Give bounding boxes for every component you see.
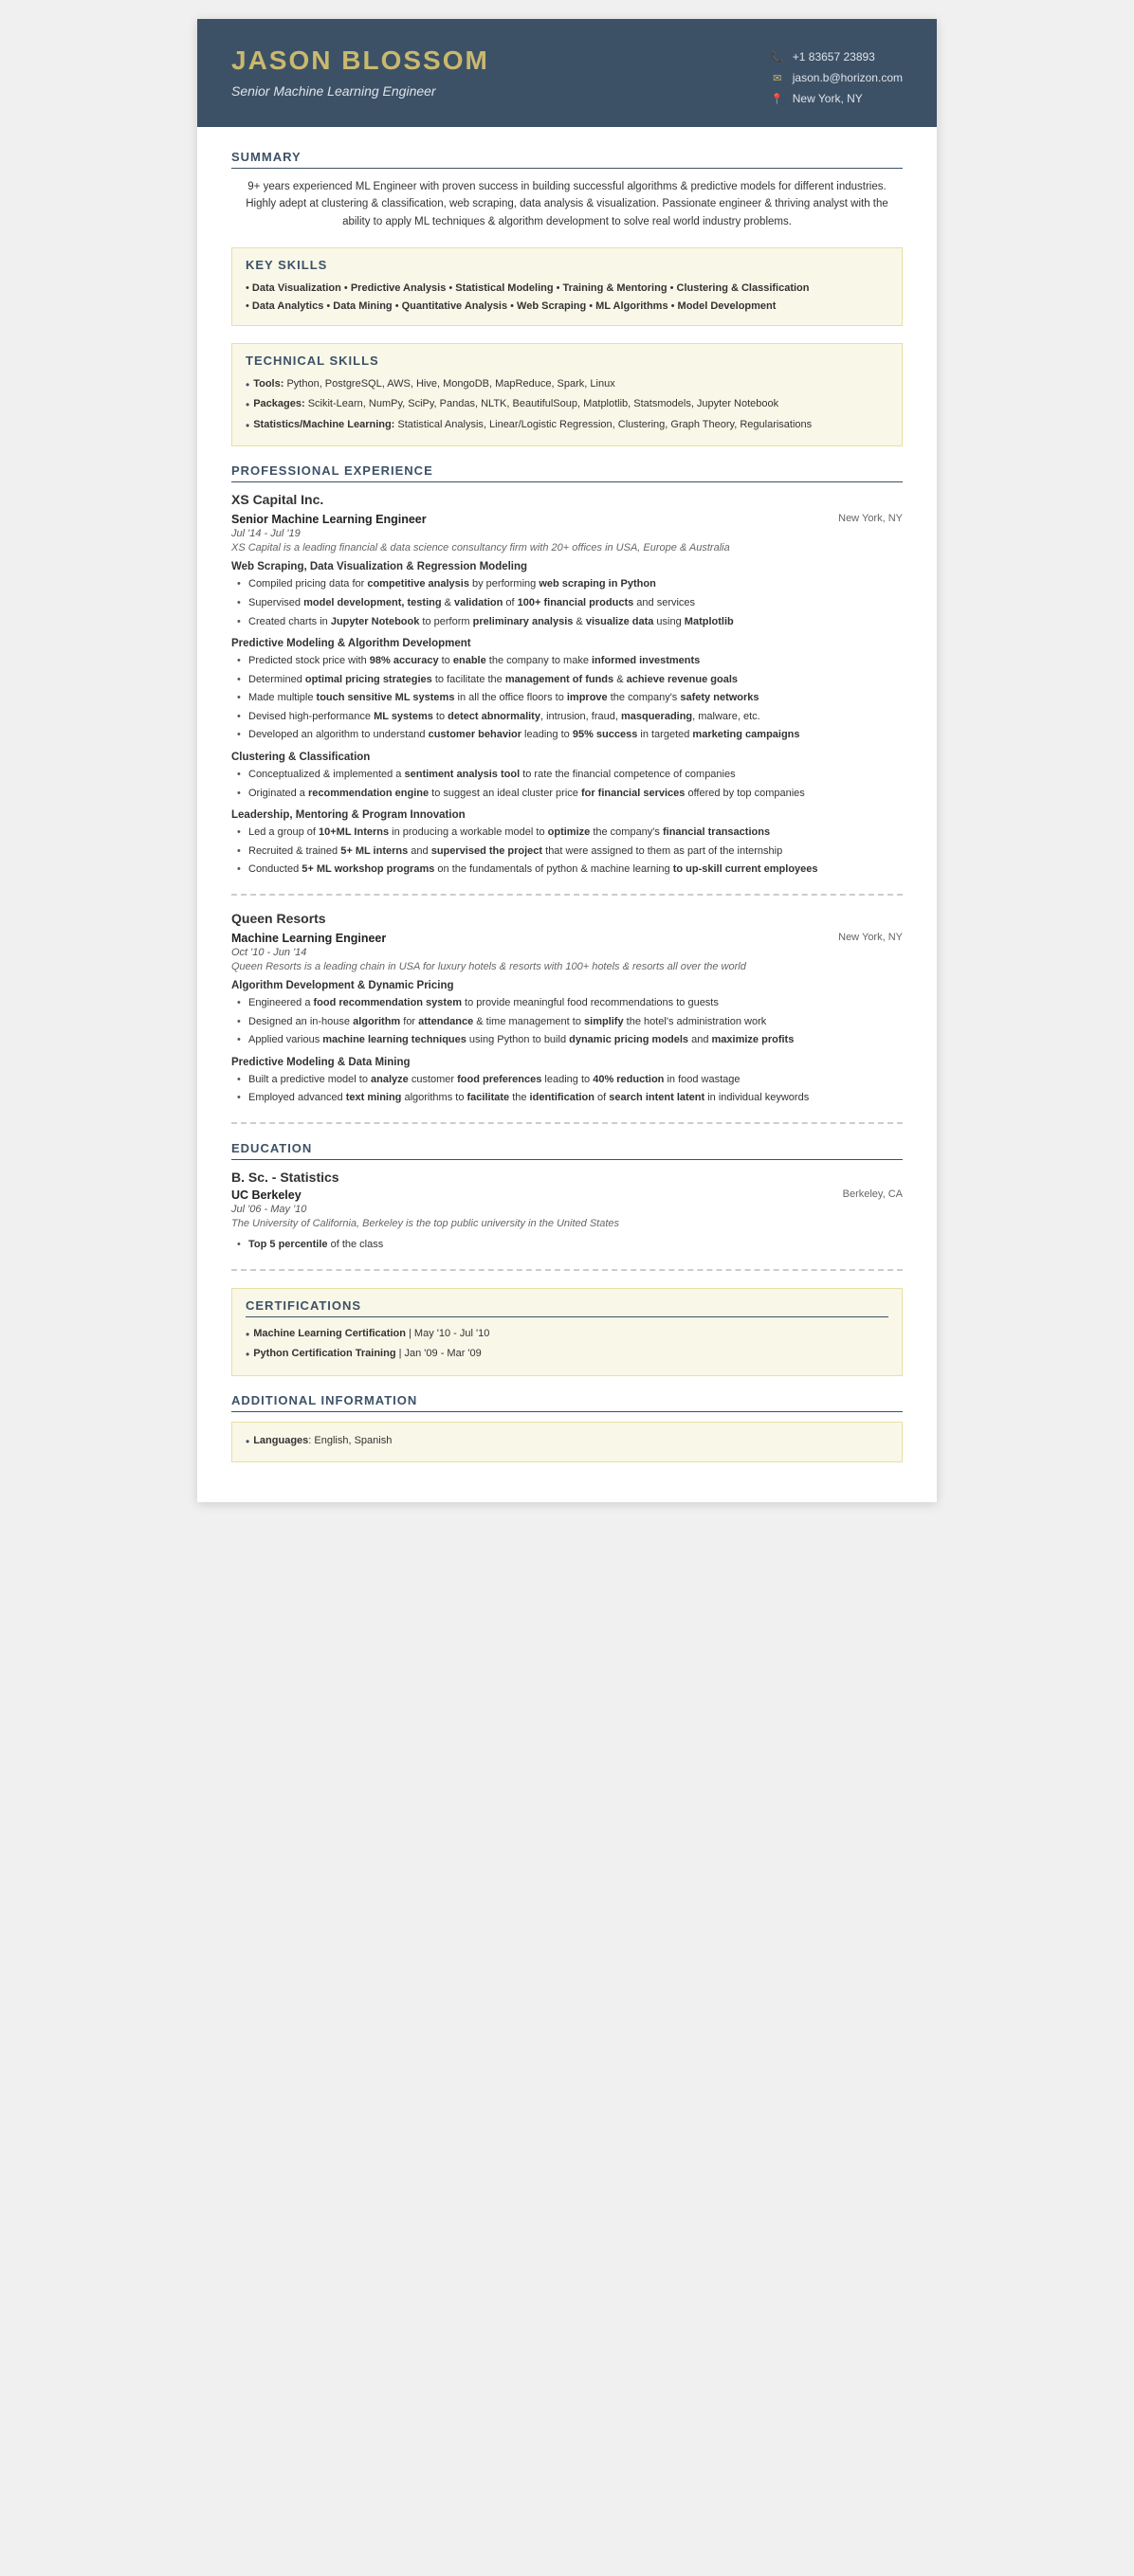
edu-location: Berkeley, CA [843, 1188, 903, 1200]
additional-section: ADDITIONAL INFORMATION Languages: Englis… [231, 1393, 903, 1463]
edu-degree: B. Sc. - Statistics [231, 1170, 903, 1185]
phone-number: +1 83657 23893 [793, 50, 875, 63]
bullet-item: Made multiple touch sensitive ML systems… [235, 690, 903, 707]
bullets-leadership: Led a group of 10+ML Interns in producin… [231, 825, 903, 879]
education-title: EDUCATION [231, 1141, 903, 1160]
summary-text: 9+ years experienced ML Engineer with pr… [231, 178, 903, 230]
bullet-item: Engineered a food recommendation system … [235, 995, 903, 1012]
bullet-item: Determined optimal pricing strategies to… [235, 672, 903, 689]
job-dates-queen: Oct '10 - Jun '14 [231, 947, 903, 958]
candidate-name: JASON BLOSSOM [231, 45, 489, 76]
company-queen-resorts: Queen Resorts [231, 911, 903, 926]
tech-tools: Tools: Python, PostgreSQL, AWS, Hive, Mo… [246, 375, 888, 396]
tech-skills-title: TECHNICAL SKILLS [246, 354, 888, 368]
cert-python: Python Certification Training | Jan '09 … [246, 1345, 888, 1366]
job-title-queen: Machine Learning Engineer [231, 932, 386, 945]
skills-line-1: • Data Visualization • Predictive Analys… [246, 280, 888, 298]
certifications-section: CERTIFICATIONS Machine Learning Certific… [231, 1288, 903, 1376]
header-left: JASON BLOSSOM Senior Machine Learning En… [231, 45, 489, 99]
bullet-item: Conceptualized & implemented a sentiment… [235, 767, 903, 784]
bullet-item: Devised high-performance ML systems to d… [235, 709, 903, 726]
divider-3 [231, 1269, 903, 1271]
bullet-item: Employed advanced text mining algorithms… [235, 1090, 903, 1107]
cert-title: CERTIFICATIONS [246, 1298, 888, 1317]
bullets-clustering: Conceptualized & implemented a sentiment… [231, 767, 903, 802]
bullet-item: Top 5 percentile of the class [235, 1237, 903, 1254]
bullet-item: Developed an algorithm to understand cus… [235, 727, 903, 744]
cert-ml: Machine Learning Certification | May '10… [246, 1325, 888, 1346]
summary-section: SUMMARY 9+ years experienced ML Engineer… [231, 150, 903, 230]
additional-title: ADDITIONAL INFORMATION [231, 1393, 903, 1412]
header-section: JASON BLOSSOM Senior Machine Learning En… [197, 19, 937, 127]
skills-line-2: • Data Analytics • Data Mining • Quantit… [246, 298, 888, 316]
location-icon: 📍 [770, 91, 785, 106]
bullet-item: Built a predictive model to analyze cust… [235, 1072, 903, 1089]
key-skills-section: KEY SKILLS • Data Visualization • Predic… [231, 247, 903, 325]
subsec-algorithm-dev: Algorithm Development & Dynamic Pricing [231, 980, 903, 991]
subsec-predictive-queen: Predictive Modeling & Data Mining [231, 1057, 903, 1068]
additional-box: Languages: English, Spanish [231, 1422, 903, 1463]
bullet-item: Originated a recommendation engine to su… [235, 786, 903, 803]
subsec-predictive: Predictive Modeling & Algorithm Developm… [231, 638, 903, 649]
summary-title: SUMMARY [231, 150, 903, 169]
email-icon: ✉ [770, 70, 785, 85]
tech-stats: Statistics/Machine Learning: Statistical… [246, 416, 888, 437]
location-contact: 📍 New York, NY [770, 91, 863, 106]
candidate-title: Senior Machine Learning Engineer [231, 83, 489, 99]
key-skills-box: KEY SKILLS • Data Visualization • Predic… [231, 247, 903, 325]
bullet-item: Supervised model development, testing & … [235, 595, 903, 612]
subsec-leadership: Leadership, Mentoring & Program Innovati… [231, 809, 903, 821]
bullet-item: Compiled pricing data for competitive an… [235, 576, 903, 593]
bullet-item: Created charts in Jupyter Notebook to pe… [235, 614, 903, 631]
tech-packages: Packages: Scikit-Learn, NumPy, SciPy, Pa… [246, 395, 888, 416]
subsec-web-scraping: Web Scraping, Data Visualization & Regre… [231, 561, 903, 572]
bullet-item: Designed an in-house algorithm for atten… [235, 1014, 903, 1031]
location-text: New York, NY [793, 92, 863, 105]
experience-section: PROFESSIONAL EXPERIENCE XS Capital Inc. … [231, 463, 903, 1124]
phone-contact: 📞 +1 83657 23893 [770, 49, 875, 64]
edu-bullets: Top 5 percentile of the class [231, 1237, 903, 1254]
edu-institution: UC Berkeley [231, 1188, 302, 1202]
job-location-xs: New York, NY [838, 513, 903, 524]
bullets-web-scraping: Compiled pricing data for competitive an… [231, 576, 903, 630]
job-location-queen: New York, NY [838, 932, 903, 943]
bullets-predictive-queen: Built a predictive model to analyze cust… [231, 1072, 903, 1107]
bullet-item: Conducted 5+ ML workshop programs on the… [235, 862, 903, 879]
bullets-predictive: Predicted stock price with 98% accuracy … [231, 653, 903, 744]
company-desc-xs: XS Capital is a leading financial & data… [231, 542, 903, 553]
job-title-xs: Senior Machine Learning Engineer [231, 513, 427, 526]
resume-container: JASON BLOSSOM Senior Machine Learning En… [197, 19, 937, 1502]
job-dates-xs: Jul '14 - Jul '19 [231, 528, 903, 539]
tech-skills-box: TECHNICAL SKILLS Tools: Python, PostgreS… [231, 343, 903, 447]
edu-desc: The University of California, Berkeley i… [231, 1218, 903, 1229]
experience-title: PROFESSIONAL EXPERIENCE [231, 463, 903, 482]
cert-box: CERTIFICATIONS Machine Learning Certific… [231, 1288, 903, 1376]
company-desc-queen: Queen Resorts is a leading chain in USA … [231, 961, 903, 972]
education-section: EDUCATION B. Sc. - Statistics UC Berkele… [231, 1141, 903, 1271]
divider-2 [231, 1122, 903, 1124]
technical-skills-section: TECHNICAL SKILLS Tools: Python, PostgreS… [231, 343, 903, 447]
bullet-item: Led a group of 10+ML Interns in producin… [235, 825, 903, 842]
bullets-algorithm-dev: Engineered a food recommendation system … [231, 995, 903, 1049]
bullet-item: Recruited & trained 5+ ML interns and su… [235, 844, 903, 861]
job-header-xs: Senior Machine Learning Engineer New Yor… [231, 513, 903, 526]
phone-icon: 📞 [770, 49, 785, 64]
key-skills-title: KEY SKILLS [246, 258, 888, 272]
company-xs-capital: XS Capital Inc. [231, 492, 903, 507]
email-address: jason.b@horizon.com [793, 71, 903, 84]
bullet-item: Predicted stock price with 98% accuracy … [235, 653, 903, 670]
edu-header: UC Berkeley Berkeley, CA [231, 1188, 903, 1202]
bullet-item: Applied various machine learning techniq… [235, 1032, 903, 1049]
add-languages: Languages: English, Spanish [246, 1432, 888, 1453]
header-contact: 📞 +1 83657 23893 ✉ jason.b@horizon.com 📍… [770, 49, 903, 106]
email-contact: ✉ jason.b@horizon.com [770, 70, 903, 85]
edu-dates: Jul '06 - May '10 [231, 1204, 903, 1215]
divider-1 [231, 894, 903, 896]
resume-body: SUMMARY 9+ years experienced ML Engineer… [197, 127, 937, 1502]
job-header-queen: Machine Learning Engineer New York, NY [231, 932, 903, 945]
subsec-clustering: Clustering & Classification [231, 752, 903, 763]
